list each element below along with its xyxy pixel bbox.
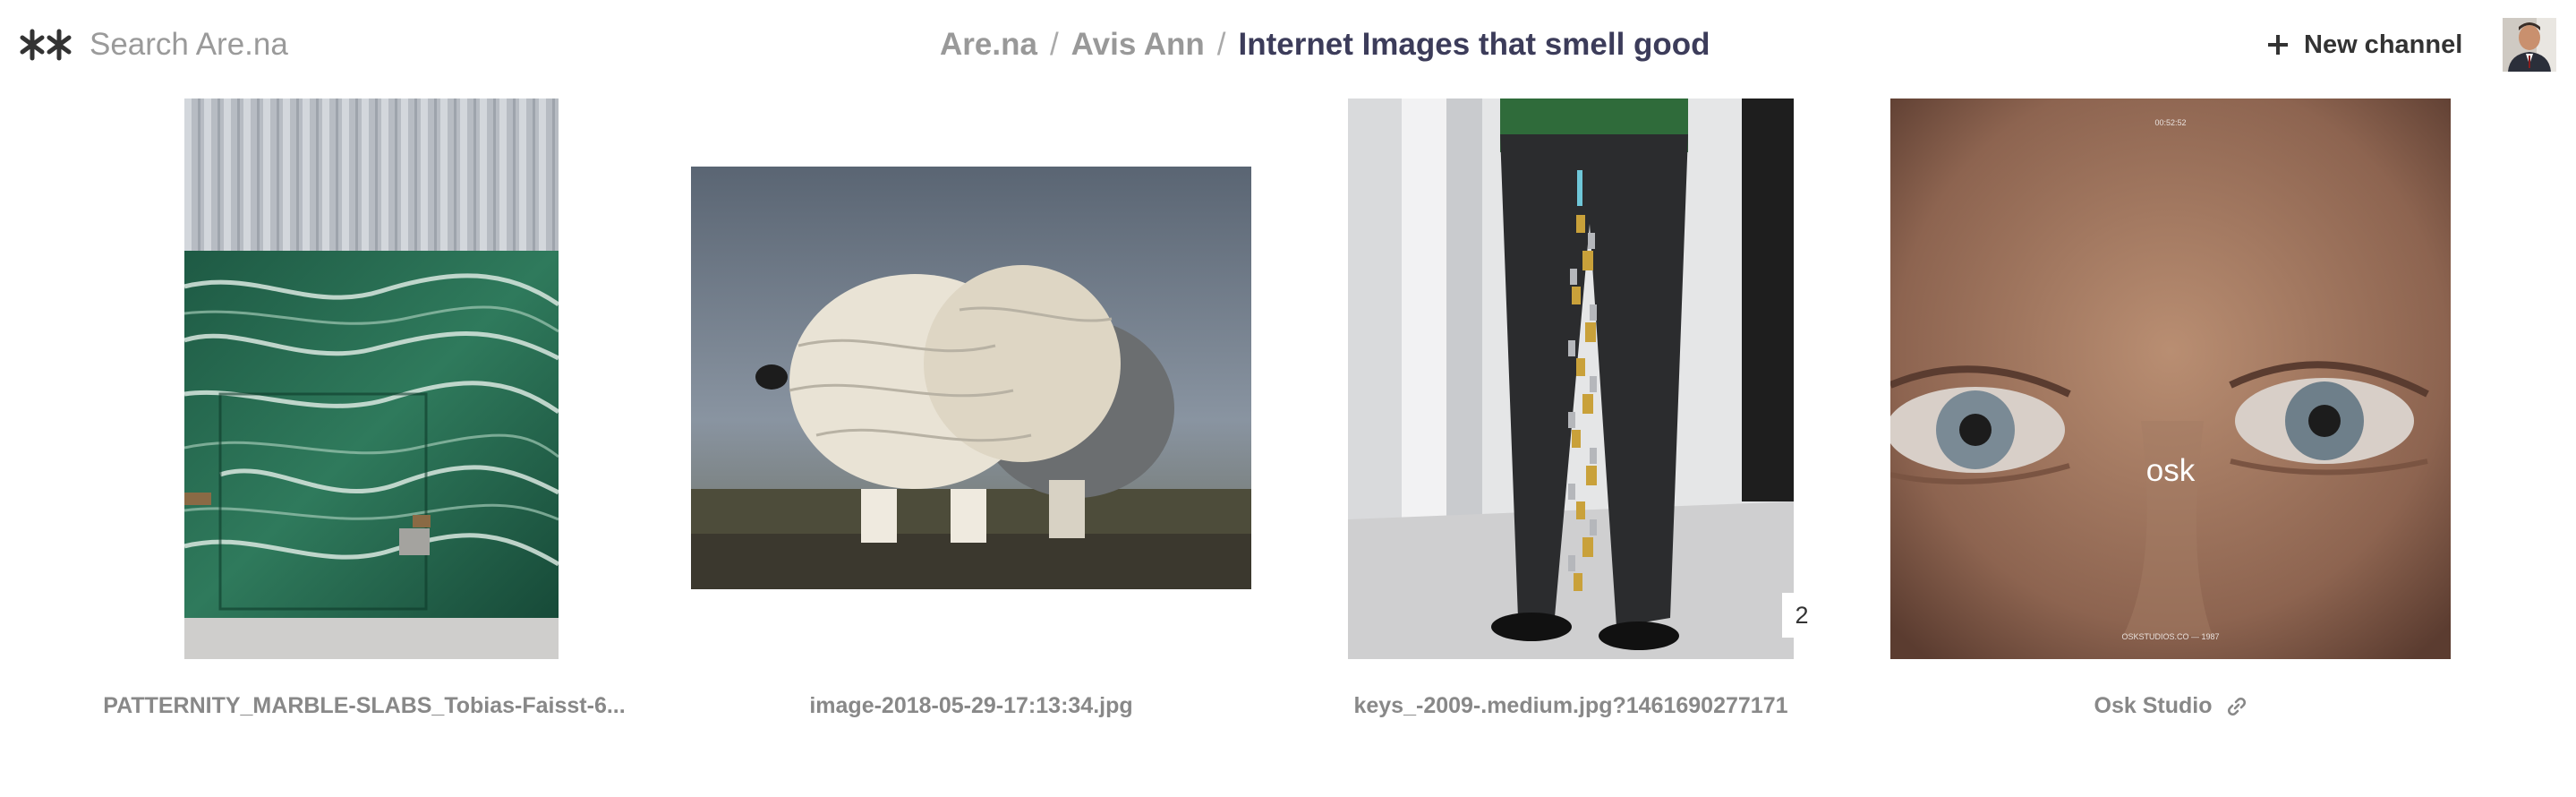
block-title: keys_-2009-.medium.jpg?1461690277171	[1353, 693, 1788, 718]
breadcrumb-separator: /	[1049, 27, 1059, 62]
breadcrumb-user[interactable]: Avis Ann	[1071, 27, 1205, 63]
arena-logo-icon[interactable]	[20, 27, 72, 63]
block-title: PATTERNITY_MARBLE-SLABS_Tobias-Faisst-6.…	[103, 693, 626, 718]
breadcrumb-arena[interactable]: Are.na	[940, 27, 1037, 63]
breadcrumb: Are.na / Avis Ann / Internet Images that…	[940, 25, 1710, 64]
block-title: image-2018-05-29-17:13:34.jpg	[809, 693, 1133, 718]
user-avatar[interactable]	[2503, 18, 2556, 72]
block-thumbnail	[184, 99, 559, 659]
channel-title[interactable]: Internet Images that smell good	[1239, 27, 1710, 63]
breadcrumb-separator: /	[1216, 27, 1226, 62]
new-channel-label: New channel	[2304, 30, 2463, 59]
connection-count-badge: 2	[1782, 593, 1821, 638]
block-title: Osk Studio	[2094, 693, 2213, 718]
search-input[interactable]	[90, 23, 555, 66]
footer-credit-text: OSKSTUDIOS.CO — 1987	[2121, 632, 2220, 641]
block-thumbnail	[1348, 99, 1794, 659]
top-header: Are.na / Avis Ann / Internet Images that…	[0, 0, 2576, 90]
block-title-wrapper: Osk Studio	[1890, 693, 2451, 725]
block-thumbnail: 00:52:52 osk OSKSTUDIOS.CO — 1987	[1890, 99, 2451, 659]
new-channel-button[interactable]: New channel	[2266, 25, 2462, 64]
block-thumbnail	[691, 167, 1251, 589]
link-icon	[2228, 698, 2247, 716]
plus-icon	[2268, 35, 2288, 55]
timecode-text: 00:52:52	[2154, 118, 2187, 127]
